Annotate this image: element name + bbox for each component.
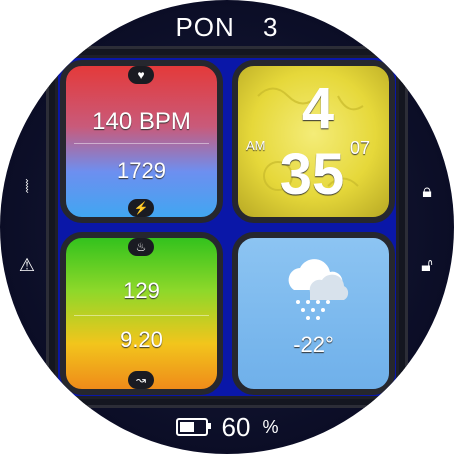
distance-icon: ↝ xyxy=(128,371,154,389)
heart-pulse-icon: ♥ xyxy=(128,66,154,84)
ampm-label: AM xyxy=(246,138,266,153)
steps-value: 1729 xyxy=(117,158,166,183)
battery-value: 60 xyxy=(221,411,251,442)
time-tile[interactable]: 4 35 AM 07 xyxy=(232,60,395,223)
unlock-icon[interactable]: 🔓︎ xyxy=(416,254,438,276)
hour-value: 4 xyxy=(301,76,335,141)
watch-face: PON 3 ♥ 140 BPM 1729 ⚡ ♨ 129 9.20 ↝ 4 35… xyxy=(0,0,454,454)
seconds-value: 07 xyxy=(350,138,371,158)
activity-tile[interactable]: ♨ 129 9.20 ↝ xyxy=(60,232,223,395)
nfc-icon[interactable]: ⦚ xyxy=(16,176,38,198)
calories-value: 129 xyxy=(123,278,160,303)
alarm-icon[interactable]: ⚠ xyxy=(16,254,38,276)
tile-divider xyxy=(74,315,209,316)
heart-rate-value: 140 BPM xyxy=(92,108,191,135)
date-label: 3 xyxy=(263,12,279,42)
battery-unit: % xyxy=(262,416,279,437)
temperature-value: -22° xyxy=(293,332,334,357)
running-icon: ⚡ xyxy=(128,199,154,217)
date-display[interactable]: PON 3 xyxy=(0,12,454,42)
snow-cloud-icon xyxy=(288,259,349,320)
minute-value: 35 xyxy=(279,142,345,207)
distance-value: 9.20 xyxy=(120,327,163,352)
battery-fill xyxy=(179,422,194,432)
battery-icon xyxy=(175,418,211,436)
tile-divider xyxy=(74,143,209,144)
lock-icon[interactable]: 🔒︎ xyxy=(416,180,438,202)
battery-display[interactable]: 60 % xyxy=(0,412,454,442)
weather-tile[interactable]: -22° xyxy=(232,232,395,395)
day-label: PON xyxy=(175,12,235,42)
flame-icon: ♨ xyxy=(128,238,154,256)
heart-rate-tile[interactable]: ♥ 140 BPM 1729 ⚡ xyxy=(60,60,223,223)
